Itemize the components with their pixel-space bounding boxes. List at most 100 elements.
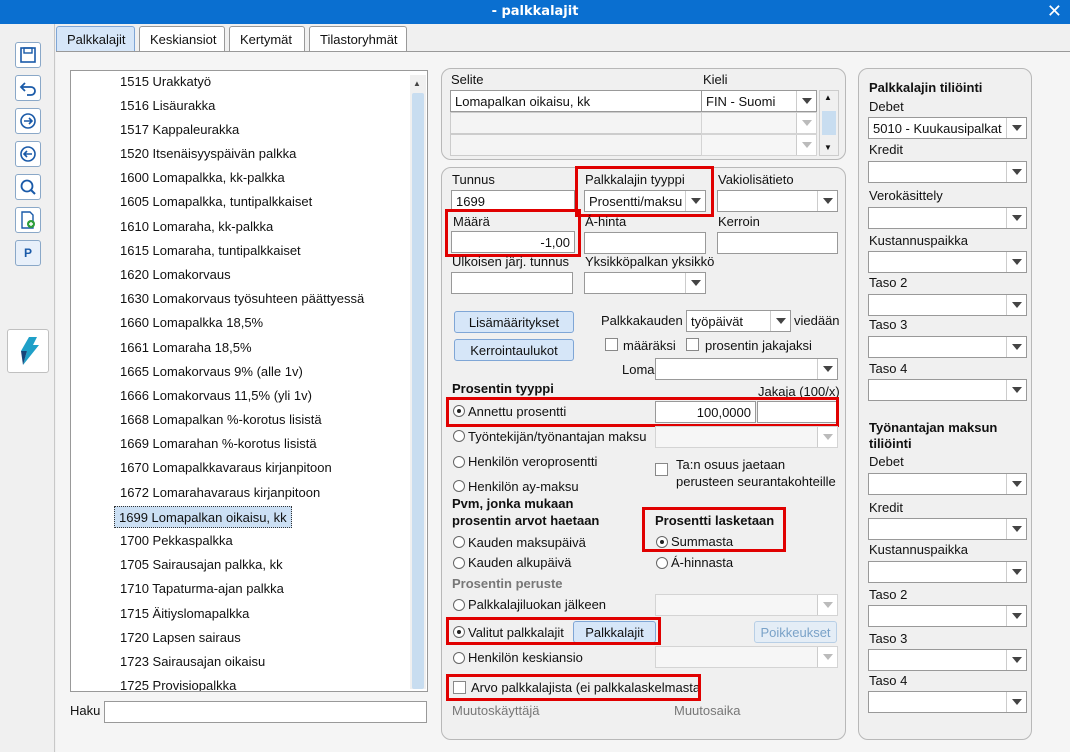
list-item[interactable]: 1720 Lapsen sairaus — [116, 627, 245, 649]
list-item[interactable]: 1516 Lisäurakka — [116, 95, 219, 117]
search-input[interactable] — [104, 701, 427, 723]
summasta-radio[interactable] — [656, 536, 668, 548]
list-item[interactable]: 1515 Urakkatyö — [116, 71, 215, 93]
veroprosentti-radio[interactable] — [453, 456, 465, 468]
kieli-select-3[interactable] — [701, 134, 817, 156]
scroll-up-icon[interactable]: ▲ — [413, 79, 421, 88]
palkkakauden-select[interactable]: työpäivät — [686, 310, 791, 332]
annettu-radio[interactable] — [453, 405, 465, 417]
chevron-down-icon[interactable] — [1006, 692, 1026, 712]
scrollbar-thumb[interactable] — [822, 111, 836, 135]
list-item[interactable]: 1705 Sairausajan palkka, kk — [116, 554, 287, 576]
scroll-down-icon[interactable]: ▼ — [824, 143, 832, 152]
keskiansio-radio[interactable] — [453, 652, 465, 664]
t-debet-select[interactable] — [868, 473, 1027, 495]
chevron-down-icon[interactable] — [1006, 519, 1026, 539]
list-item[interactable]: 1600 Lomapalkka, kk-palkka — [116, 167, 289, 189]
t-taso2-select[interactable] — [868, 605, 1027, 627]
chevron-down-icon[interactable] — [817, 427, 837, 447]
list-item[interactable]: 1605 Lomapalkka, tuntipalkkaiset — [116, 191, 316, 213]
palkkalajit-button[interactable]: Palkkalajit — [573, 621, 656, 643]
jakaja-input[interactable] — [757, 401, 838, 423]
tab-kertymat[interactable]: Kertymät — [229, 26, 305, 52]
list-item[interactable]: 1666 Lomakorvaus 11,5% (yli 1v) — [116, 385, 316, 407]
chevron-down-icon[interactable] — [817, 191, 837, 211]
kieli-select[interactable]: FIN - Suomi — [701, 90, 817, 112]
close-icon[interactable]: ✕ — [1047, 1, 1062, 22]
list-item[interactable]: 1672 Lomarahavaraus kirjanpitoon — [116, 482, 324, 504]
selite-input-2[interactable] — [450, 112, 702, 134]
annettu-input[interactable]: 100,0000 — [655, 401, 756, 423]
chevron-down-icon[interactable] — [1006, 162, 1026, 182]
t-taso3-select[interactable] — [868, 649, 1027, 671]
list-item-selected[interactable]: 1699 Lomapalkan oikaisu, kk — [114, 506, 292, 528]
next-button[interactable] — [15, 108, 41, 134]
chevron-down-icon[interactable] — [817, 595, 837, 615]
undo-button[interactable] — [15, 75, 41, 101]
palkkalajiluokan-select[interactable] — [655, 594, 838, 616]
palkkalajiluokan-radio[interactable] — [453, 599, 465, 611]
tan-osuus-checkbox[interactable] — [655, 463, 668, 476]
chevron-down-icon[interactable] — [796, 135, 816, 155]
kerrointaulukot-button[interactable]: Kerrointaulukot — [454, 339, 574, 361]
list-item[interactable]: 1725 Provisiopalkka — [116, 675, 240, 691]
selite-scrollbar[interactable]: ▲ ▼ — [819, 90, 839, 156]
ulkoisen-input[interactable] — [451, 272, 573, 294]
selite-input-3[interactable] — [450, 134, 702, 156]
list-item[interactable]: 1710 Tapaturma-ajan palkka — [116, 578, 288, 600]
tyyppi-select[interactable]: Prosentti/maksu — [584, 190, 706, 212]
tab-tilastoryhmat[interactable]: Tilastoryhmät — [309, 26, 407, 52]
chevron-down-icon[interactable] — [796, 113, 816, 133]
jakajaksi-checkbox[interactable] — [686, 338, 699, 351]
chevron-down-icon[interactable] — [1006, 474, 1026, 494]
list-item[interactable]: 1660 Lomapalkka 18,5% — [116, 312, 267, 334]
chevron-down-icon[interactable] — [817, 359, 837, 379]
list-item[interactable]: 1668 Lomapalkan %-korotus lisistä — [116, 409, 326, 431]
vakio-select[interactable] — [717, 190, 838, 212]
kieli-select-2[interactable] — [701, 112, 817, 134]
alkupaiva-radio[interactable] — [453, 557, 465, 569]
scroll-up-icon[interactable]: ▲ — [824, 93, 832, 102]
tab-keskiansiot[interactable]: Keskiansiot — [139, 26, 225, 52]
taso3-select[interactable] — [868, 336, 1027, 358]
chevron-down-icon[interactable] — [1006, 380, 1026, 400]
list-item[interactable]: 1517 Kappaleurakka — [116, 119, 243, 141]
ahinnasta-radio[interactable] — [656, 557, 668, 569]
list-item[interactable]: 1715 Äitiyslomapalkka — [116, 603, 253, 625]
verokasittely-select[interactable] — [868, 207, 1027, 229]
chevron-down-icon[interactable] — [1006, 295, 1026, 315]
chevron-down-icon[interactable] — [1006, 337, 1026, 357]
new-document-button[interactable] — [15, 207, 41, 233]
poikkeukset-button[interactable]: Poikkeukset — [754, 621, 837, 643]
taso4-select[interactable] — [868, 379, 1027, 401]
save-button[interactable] — [15, 42, 41, 68]
list-item[interactable]: 1630 Lomakorvaus työsuhteen päättyessä — [116, 288, 368, 310]
list-item[interactable]: 1700 Pekkaspalkka — [116, 530, 237, 552]
list-item[interactable]: 1665 Lomakorvaus 9% (alle 1v) — [116, 361, 307, 383]
chevron-down-icon[interactable] — [1006, 562, 1026, 582]
kredit-select[interactable] — [868, 161, 1027, 183]
kustannuspaikka-select[interactable] — [868, 251, 1027, 273]
chevron-down-icon[interactable] — [1006, 606, 1026, 626]
p-button[interactable]: P — [15, 240, 41, 266]
debet-select[interactable]: 5010 - Kuukausipalkat — [868, 117, 1027, 139]
list-item[interactable]: 1669 Lomarahan %-korotus lisistä — [116, 433, 321, 455]
ahinta-input[interactable] — [584, 232, 706, 254]
tyontekijan-radio[interactable] — [453, 430, 465, 442]
chevron-down-icon[interactable] — [817, 647, 837, 667]
list-item[interactable]: 1610 Lomaraha, kk-palkka — [116, 216, 277, 238]
keskiansio-select[interactable] — [655, 646, 838, 668]
yksikko-select[interactable] — [584, 272, 706, 294]
maara-input[interactable]: -1,00 — [451, 231, 575, 253]
chevron-down-icon[interactable] — [685, 191, 705, 211]
tunnus-input[interactable]: 1699 — [451, 190, 575, 212]
scrollbar-thumb[interactable] — [412, 93, 424, 689]
t-taso4-select[interactable] — [868, 691, 1027, 713]
tyontekijan-select[interactable] — [655, 426, 838, 448]
list-scrollbar[interactable]: ▲ — [410, 75, 426, 689]
chevron-down-icon[interactable] — [1006, 650, 1026, 670]
list-item[interactable]: 1615 Lomaraha, tuntipalkkaiset — [116, 240, 305, 262]
chevron-down-icon[interactable] — [1006, 252, 1026, 272]
selite-input[interactable]: Lomapalkan oikaisu, kk — [450, 90, 702, 112]
lisamaaritykset-button[interactable]: Lisämääritykset — [454, 311, 574, 333]
